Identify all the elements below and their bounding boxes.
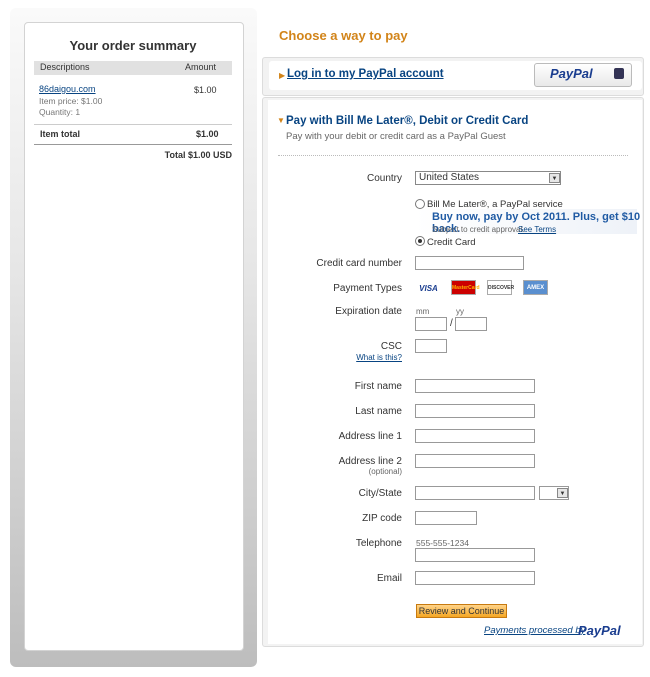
item-amount: $1.00 xyxy=(194,85,217,95)
first-name-label: First name xyxy=(354,381,402,392)
lock-icon xyxy=(614,68,624,79)
year-hint: yy xyxy=(456,307,464,316)
item-total-label: Item total xyxy=(40,129,81,139)
summary-table-header: Descriptions Amount xyxy=(34,61,232,75)
paypal-logo: PayPal xyxy=(578,623,621,638)
paypal-logo: PayPal xyxy=(550,66,593,81)
radio-bill-me-later[interactable] xyxy=(415,199,425,209)
card-number-input[interactable] xyxy=(415,256,524,270)
expiration-month-input[interactable] xyxy=(415,317,447,331)
review-and-continue-button[interactable]: Review and Continue xyxy=(416,604,507,618)
amex-card-icon: AMEX xyxy=(523,280,548,295)
chevron-down-icon[interactable]: ▼ xyxy=(549,173,560,183)
email-input[interactable] xyxy=(415,571,535,585)
expiration-label: Expiration date xyxy=(335,306,402,317)
divider xyxy=(34,144,232,145)
mastercard-icon: MasterCard xyxy=(451,280,480,295)
expiration-separator: / xyxy=(450,318,453,329)
first-name-input[interactable] xyxy=(415,379,535,393)
country-select[interactable]: United States xyxy=(415,171,561,185)
country-label: Country xyxy=(366,173,402,184)
guest-checkout-title: Pay with Bill Me Later®, Debit or Credit… xyxy=(286,115,529,127)
see-terms-link[interactable]: See Terms xyxy=(518,225,556,234)
last-name-label: Last name xyxy=(355,406,402,417)
order-summary-title: Your order summary xyxy=(69,38,197,53)
address-line-1-label: Address line 1 xyxy=(338,431,402,442)
csc-input[interactable] xyxy=(415,339,447,353)
chevron-down-icon[interactable]: ▼ xyxy=(557,488,568,498)
payments-processed-text: Payments processed by xyxy=(484,625,586,636)
telephone-input[interactable] xyxy=(415,548,535,562)
email-label: Email xyxy=(376,573,402,584)
item-total-value: $1.00 xyxy=(196,129,219,139)
address-line-1-input[interactable] xyxy=(415,429,535,443)
address-line-2-label: Address line 2 xyxy=(338,456,402,467)
item-name-link[interactable]: 86daigou.com xyxy=(39,84,96,94)
column-amount: Amount xyxy=(184,62,216,72)
divider xyxy=(34,124,232,125)
city-state-label: City/State xyxy=(358,488,402,499)
address-line-2-input[interactable] xyxy=(415,454,535,468)
promo-subtext: Subject to credit approval. xyxy=(432,225,525,234)
discover-card-icon: DISCOVER xyxy=(487,280,514,295)
credit-card-label: Credit Card xyxy=(427,237,476,248)
order-total: Total $1.00 USD xyxy=(164,150,232,160)
card-number-label: Credit card number xyxy=(316,258,402,269)
optional-hint: (optional) xyxy=(368,467,402,476)
guest-checkout-subtitle: Pay with your debit or credit card as a … xyxy=(286,131,506,142)
csc-help-link[interactable]: What is this? xyxy=(356,353,402,362)
radio-credit-card[interactable] xyxy=(415,236,425,246)
zip-label: ZIP code xyxy=(362,513,402,524)
expiration-year-input[interactable] xyxy=(455,317,487,331)
item-quantity: Quantity: 1 xyxy=(39,107,81,117)
zip-input[interactable] xyxy=(415,511,477,525)
item-price: Item price: $1.00 xyxy=(39,96,103,106)
choose-way-to-pay-title: Choose a way to pay xyxy=(279,28,408,43)
csc-label: CSC xyxy=(380,341,402,352)
visa-card-icon: VISA xyxy=(416,280,441,295)
payment-types-label: Payment Types xyxy=(333,283,402,294)
telephone-placeholder: 555-555-1234 xyxy=(416,538,469,548)
month-hint: mm xyxy=(416,307,430,316)
login-paypal-link[interactable]: Log in to my PayPal account xyxy=(287,68,444,80)
telephone-label: Telephone xyxy=(355,538,402,549)
chevron-down-icon: ▼ xyxy=(277,116,285,125)
last-name-input[interactable] xyxy=(415,404,535,418)
divider xyxy=(278,155,628,156)
city-input[interactable] xyxy=(415,486,535,500)
column-descriptions: Descriptions xyxy=(40,62,90,72)
chevron-right-icon: ▶ xyxy=(279,71,286,80)
